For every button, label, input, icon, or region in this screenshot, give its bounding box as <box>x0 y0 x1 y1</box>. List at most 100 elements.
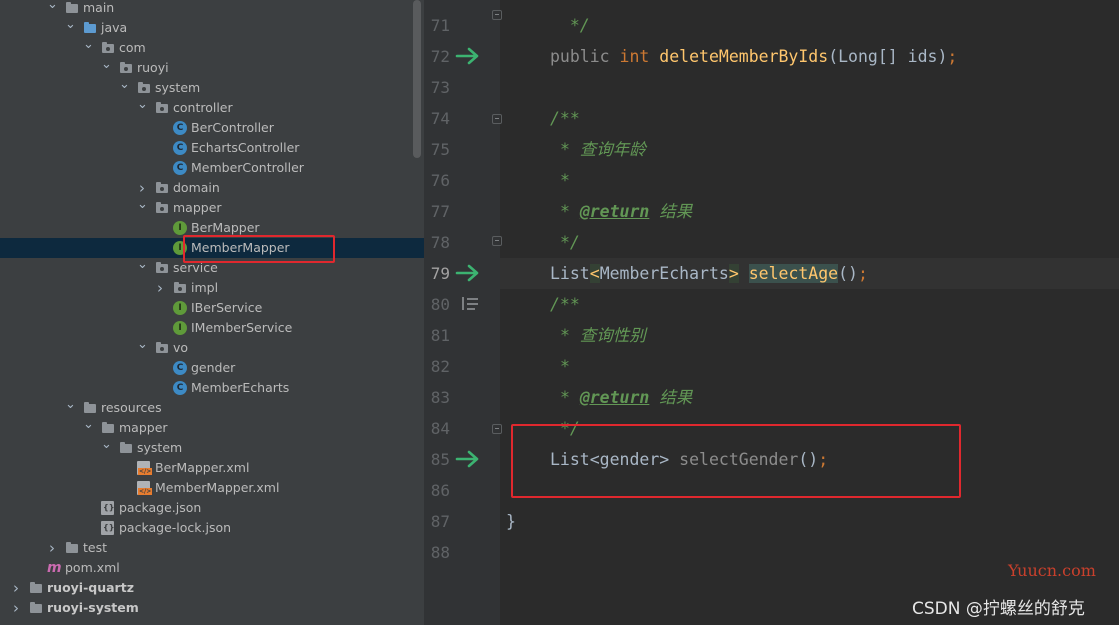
package-icon <box>155 181 169 195</box>
code-line-71: */ <box>569 16 590 35</box>
code-editor[interactable] <box>500 0 1119 625</box>
code-line-81: * 查询性别 <box>559 326 646 345</box>
tree-item[interactable]: Cgender <box>0 358 413 378</box>
fold-marker-icon[interactable] <box>492 236 502 246</box>
line-number: 87 <box>430 512 450 531</box>
folder-icon <box>65 541 79 555</box>
xml-file-icon <box>137 461 153 475</box>
fold-marker-icon[interactable] <box>492 114 502 124</box>
chevron-down-icon[interactable]: ⌄ <box>65 18 76 38</box>
package-icon <box>155 261 169 275</box>
tree-item-label: com <box>119 40 146 55</box>
tree-item-label: MemberEcharts <box>191 380 290 395</box>
chevron-down-icon[interactable]: ⌄ <box>101 58 112 78</box>
tree-item[interactable]: MemberMapper.xml <box>0 478 413 498</box>
tree-item[interactable]: ⌄ com <box>0 38 413 58</box>
render-doc-icon[interactable] <box>460 296 480 312</box>
tree-item[interactable]: I IMemberService <box>0 318 413 338</box>
chevron-right-icon[interactable]: › <box>47 538 57 558</box>
class-icon: C <box>173 161 187 175</box>
chevron-down-icon[interactable]: ⌄ <box>119 78 130 98</box>
tree-item-label: gender <box>191 360 236 375</box>
implemented-arrow-icon[interactable] <box>455 46 481 66</box>
tree-item[interactable]: C EchartsController <box>0 138 413 158</box>
tree-item[interactable]: C MemberController <box>0 158 413 178</box>
maven-icon: m <box>47 560 62 576</box>
tree-item[interactable]: › test <box>0 538 413 558</box>
tree-item[interactable]: I IBerService <box>0 298 413 318</box>
package-icon <box>101 41 115 55</box>
chevron-down-icon[interactable]: ⌄ <box>137 98 148 118</box>
tree-item-label: IMemberService <box>191 320 293 335</box>
tree-item[interactable]: package.json <box>0 498 413 518</box>
xml-file-icon <box>137 481 153 495</box>
chevron-right-icon[interactable]: › <box>155 278 165 298</box>
tree-item[interactable]: › ruoyi-quartz <box>0 578 413 598</box>
class-icon: C <box>173 361 187 375</box>
chevron-down-icon[interactable]: ⌄ <box>137 198 148 218</box>
chevron-down-icon[interactable]: ⌄ <box>137 338 148 358</box>
project-tree[interactable]: ⌄ main ⌄ java ⌄ com ⌄ ruoyi ⌄ system ⌄ controller C B… <box>0 0 424 625</box>
tree-item[interactable]: ⌄ system <box>0 78 413 98</box>
line-number: 85 <box>430 450 450 469</box>
tree-item[interactable]: m pom.xml <box>0 558 413 578</box>
tree-item[interactable]: ⌄ system <box>0 438 413 458</box>
chevron-down-icon[interactable]: ⌄ <box>83 38 94 58</box>
tree-item[interactable]: C MemberEcharts <box>0 378 413 398</box>
code-line-80: /** <box>550 295 580 314</box>
tree-item-label: vo <box>173 340 189 355</box>
chevron-right-icon[interactable]: › <box>11 598 21 618</box>
tree-item[interactable]: package-lock.json <box>0 518 413 538</box>
tree-scrollbar[interactable] <box>413 0 421 158</box>
code-line-72: public int deleteMemberByIds(Long[] ids)… <box>550 47 958 66</box>
tree-item[interactable]: ⌄ ruoyi <box>0 58 413 78</box>
tree-item[interactable]: C BerController <box>0 118 413 138</box>
tree-item-label: resources <box>101 400 162 415</box>
tree-item[interactable]: ⌄ resources <box>0 398 413 418</box>
chevron-down-icon[interactable]: ⌄ <box>47 0 58 18</box>
chevron-right-icon[interactable]: › <box>137 178 147 198</box>
fold-marker-icon[interactable] <box>492 424 502 434</box>
tree-item[interactable]: ⌄ java <box>0 18 413 38</box>
tree-item[interactable]: ⌄ mapper <box>0 418 413 438</box>
class-icon: C <box>173 381 187 395</box>
tree-item-label: package.json <box>119 500 202 515</box>
chevron-down-icon[interactable]: ⌄ <box>65 398 76 418</box>
tree-item[interactable]: ⌄ controller <box>0 98 413 118</box>
folder-icon <box>65 1 79 15</box>
tree-item-label: package-lock.json <box>119 520 232 535</box>
tree-item[interactable]: ⌄ main <box>0 0 413 18</box>
chevron-down-icon[interactable]: ⌄ <box>137 258 148 278</box>
package-icon <box>155 101 169 115</box>
line-number: 71 <box>430 16 450 35</box>
code-line-75: * 查询年龄 <box>559 140 646 159</box>
line-number: 80 <box>430 295 450 314</box>
tree-item-label: BerMapper.xml <box>155 460 250 475</box>
tree-item-label: controller <box>173 100 233 115</box>
tree-item[interactable]: › ruoyi-system <box>0 598 413 618</box>
code-line-74: /** <box>550 109 580 128</box>
tree-item-label: ruoyi <box>137 60 169 75</box>
line-number: 79 <box>430 264 450 283</box>
chevron-right-icon[interactable]: › <box>11 578 21 598</box>
code-line-78: */ <box>559 233 580 252</box>
tree-item[interactable]: ⌄ vo <box>0 338 413 358</box>
tree-item[interactable]: ⌄ mapper <box>0 198 413 218</box>
line-number: 88 <box>430 543 450 562</box>
folder-icon <box>29 601 43 615</box>
chevron-down-icon[interactable]: ⌄ <box>101 438 112 458</box>
tree-item[interactable]: › domain <box>0 178 413 198</box>
class-icon: C <box>173 121 187 135</box>
code-line-83: * @return 结果 <box>559 388 693 407</box>
json-file-icon <box>101 501 114 515</box>
chevron-down-icon[interactable]: ⌄ <box>83 418 94 438</box>
highlight-box-selectgender <box>511 424 961 498</box>
tree-item[interactable]: BerMapper.xml <box>0 458 413 478</box>
implemented-arrow-icon[interactable] <box>455 263 481 283</box>
tree-item-label: pom.xml <box>65 560 120 575</box>
line-number: 77 <box>430 202 450 221</box>
code-line-77: * @return 结果 <box>559 202 693 221</box>
implemented-arrow-icon[interactable] <box>455 449 481 469</box>
fold-marker-icon[interactable] <box>492 10 502 20</box>
tree-item[interactable]: › impl <box>0 278 413 298</box>
